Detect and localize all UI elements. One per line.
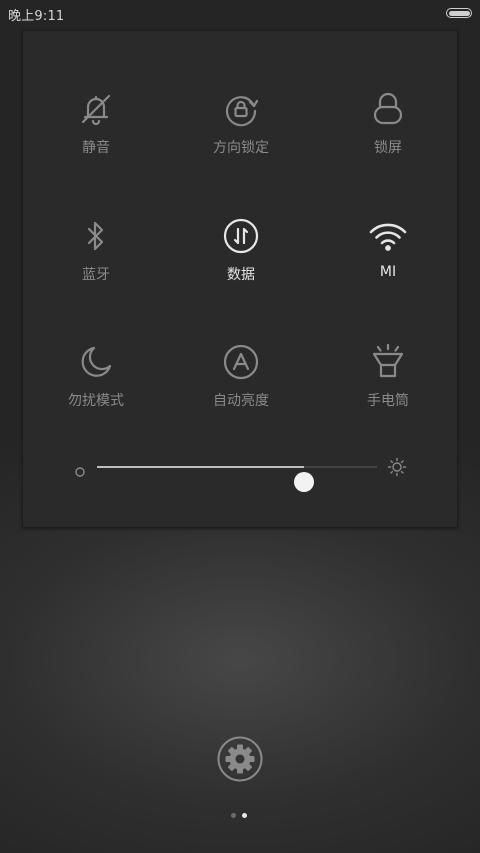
status-time: 晚上9:11: [8, 9, 65, 24]
tile-lock-screen[interactable]: 锁屏: [315, 89, 461, 169]
lock-icon: [368, 89, 408, 129]
tile-do-not-disturb[interactable]: 勿扰模式: [23, 342, 169, 422]
tile-label: 自动亮度: [213, 393, 269, 409]
tile-silent[interactable]: 静音: [23, 89, 169, 169]
quick-settings-panel: 静音 方向锁定 锁屏 蓝牙 数据 MI 勿扰模式 自动亮度 手电筒: [22, 30, 458, 528]
battery-full-icon: [446, 8, 472, 18]
tile-flashlight[interactable]: 手电筒: [315, 342, 461, 422]
auto-brightness-icon: [221, 342, 261, 382]
brightness-fill: [97, 466, 305, 468]
tile-label: 静音: [82, 140, 110, 156]
brightness-low-icon: [75, 462, 85, 477]
gear-icon: [217, 736, 263, 782]
tile-bluetooth[interactable]: 蓝牙: [23, 216, 169, 296]
page-dot[interactable]: [231, 813, 236, 818]
rotation-lock-icon: [221, 89, 261, 129]
tile-label: 锁屏: [374, 140, 402, 156]
mobile-data-icon: [221, 216, 261, 256]
moon-icon: [76, 342, 116, 382]
brightness-high-icon: [387, 457, 407, 477]
bluetooth-icon: [76, 216, 116, 256]
tile-label: 数据: [227, 267, 255, 283]
tile-rotation-lock[interactable]: 方向锁定: [168, 89, 314, 169]
brightness-track[interactable]: [97, 466, 377, 492]
status-bar: 晚上9:11: [0, 0, 480, 28]
tile-label: 手电筒: [367, 393, 409, 409]
tile-wifi[interactable]: MI: [315, 216, 461, 296]
tile-label: 勿扰模式: [68, 393, 124, 409]
tile-label: 蓝牙: [82, 267, 110, 283]
tile-label: 方向锁定: [213, 140, 269, 156]
settings-button[interactable]: [216, 735, 264, 783]
tile-auto-brightness[interactable]: 自动亮度: [168, 342, 314, 422]
brightness-thumb[interactable]: [294, 472, 315, 492]
flashlight-icon: [368, 342, 408, 382]
bell-off-icon: [76, 89, 116, 129]
page-indicator: [229, 812, 251, 820]
page-dot-active[interactable]: [242, 813, 247, 818]
brightness-slider[interactable]: [71, 451, 411, 492]
tile-mobile-data[interactable]: 数据: [168, 216, 314, 296]
tile-label: MI: [379, 264, 397, 280]
wifi-icon: [368, 216, 408, 256]
